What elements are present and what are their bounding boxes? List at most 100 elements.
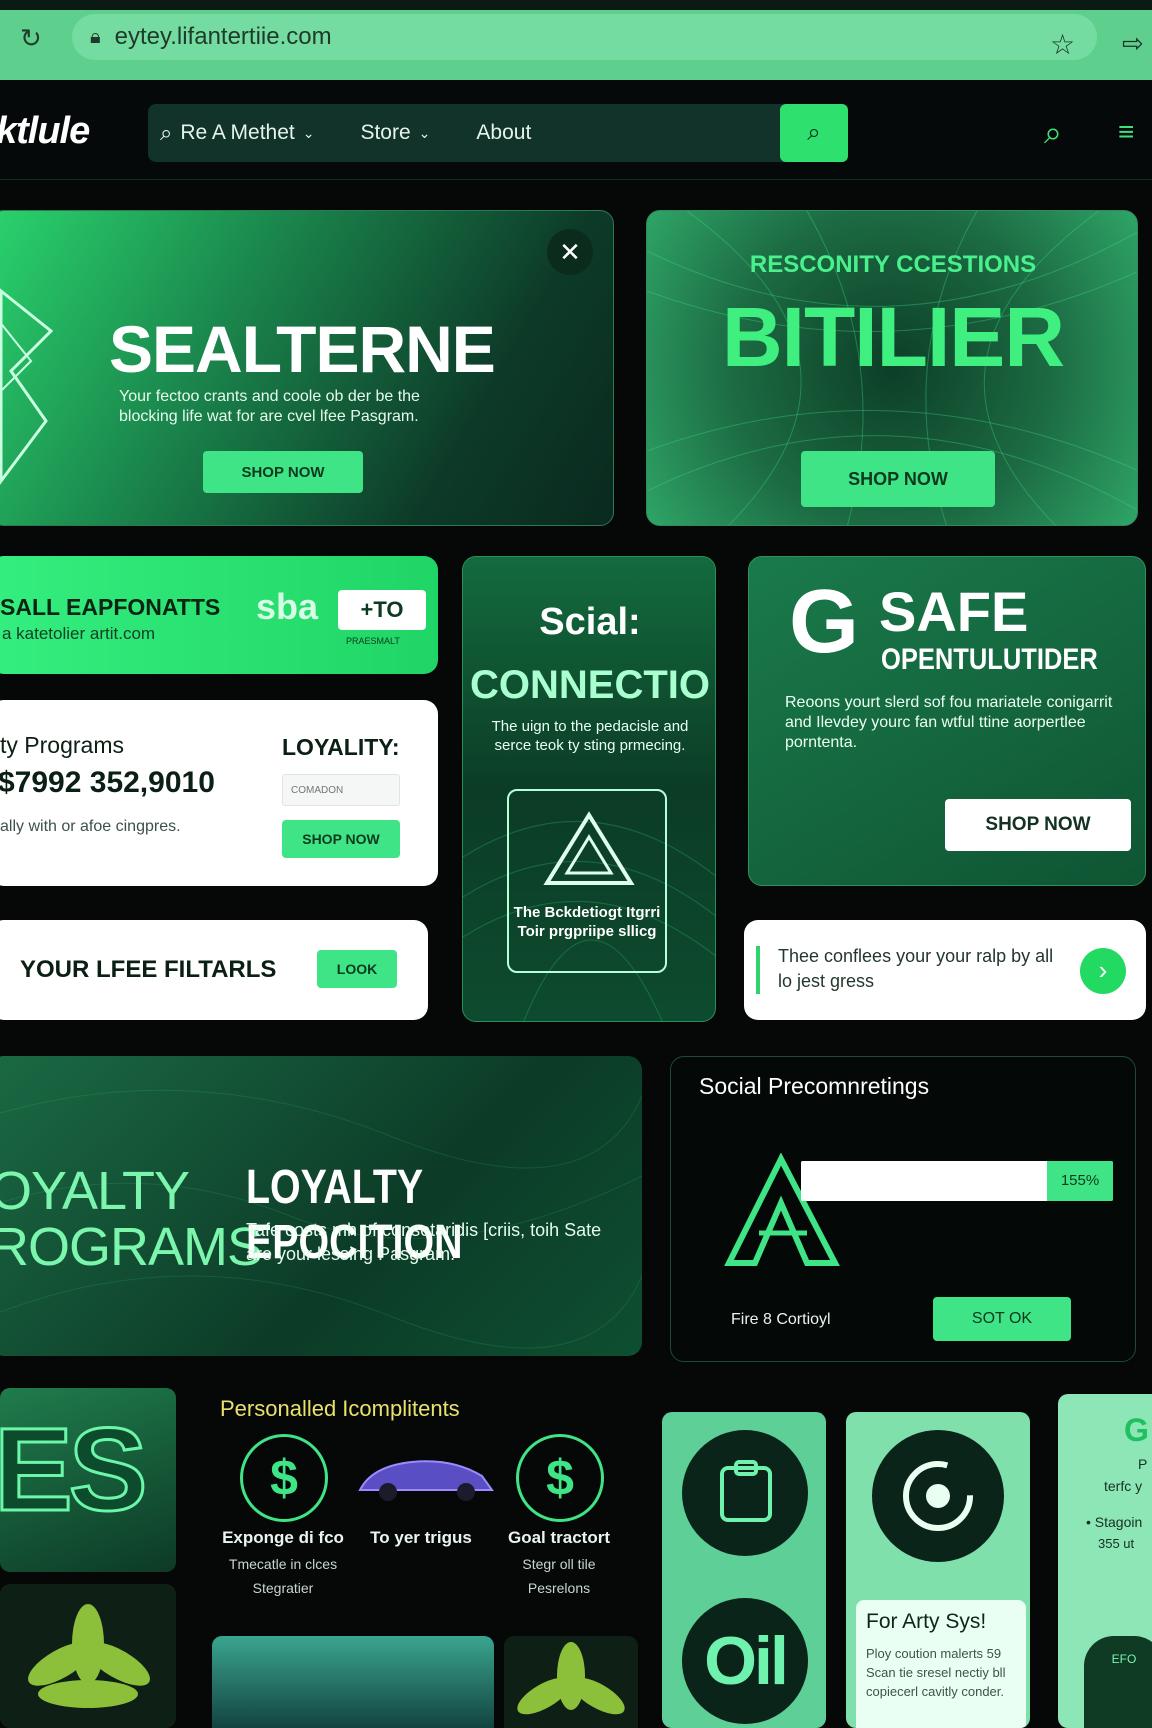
nav-item-label: Re A Methet (180, 121, 295, 144)
oil-tile[interactable]: Oil (662, 1412, 826, 1728)
search-icon: ⌕ (160, 120, 173, 145)
search-icon[interactable]: ⌕ (1044, 114, 1062, 152)
loyalty-amount: $7992 352,9010 (0, 766, 215, 799)
banner-body: Tafe costs mh of consetaridis [criis, to… (246, 1220, 602, 1264)
accent-bar (756, 946, 760, 994)
chevron-down-icon: ⌄ (302, 124, 315, 141)
social-card: Scial: CONNECTIO The uign to the pedacis… (462, 556, 716, 1022)
promo-title: SALL EAPFONATTS (0, 594, 221, 620)
arty-tile[interactable]: For Arty Sys! Ploy coution malerts 59 Sc… (846, 1412, 1030, 1728)
side-tile-text: • Stagoin (1086, 1514, 1143, 1530)
banner-side-title-1: OYALTY (0, 1161, 190, 1221)
loyalty-card: ty Programs $7992 352,9010 ally with or … (0, 700, 438, 886)
es-tile[interactable]: ES (0, 1388, 176, 1572)
safe-card: G SAFE OPENTULUTIDER Reoons yourt slerd … (748, 556, 1146, 886)
personal-title: Personalled Icomplitents (220, 1396, 460, 1421)
plant-tile[interactable] (504, 1636, 638, 1728)
plant-image (517, 1642, 625, 1715)
arty-title: For Arty Sys! (866, 1610, 987, 1633)
nav-item-methods[interactable]: ⌕ Re A Methet ⌄ (160, 120, 314, 146)
lock-icon: 🔒︎ (90, 25, 101, 48)
shop-now-button[interactable]: SHOP NOW (282, 820, 400, 858)
personal-item-title: Exponge di fco (222, 1528, 344, 1547)
car-icon (358, 1460, 494, 1501)
nav-item-label: Store (360, 121, 411, 144)
sot-ok-button[interactable]: SOT OK (933, 1297, 1071, 1341)
bottle-badge: EFO (1084, 1636, 1152, 1728)
hero-title: SEALTERNE (109, 312, 496, 386)
precon-title: Social Precomnretings (699, 1073, 930, 1099)
hero-banner-left: ✕ SEALTERNE Your fectoo crants and coole… (0, 210, 614, 526)
safe-body: Reoons yourt slerd sof fou mariatele con… (785, 694, 1113, 751)
loyalty-heading: LOYALITY: (282, 734, 400, 760)
url-text: eytey.lifantertiie.com (114, 23, 332, 50)
shop-now-button[interactable]: SHOP NOW (945, 799, 1131, 851)
chevron-down-icon: ⌄ (418, 124, 431, 141)
promo-tag[interactable]: +TO (338, 590, 426, 630)
social-subtitle: CONNECTIO (470, 663, 710, 707)
nav-item-about[interactable]: About (476, 121, 531, 145)
arrow-right-icon[interactable]: › (1080, 948, 1126, 994)
tip-text: Thee conflees your your ralp by all lo j… (778, 946, 1054, 991)
search-button[interactable]: ⌕ (780, 104, 848, 162)
shop-now-button[interactable]: SHOP NOW (801, 451, 995, 507)
coupon-input[interactable] (282, 774, 400, 806)
shop-now-button[interactable]: SHOP NOW (203, 451, 363, 493)
social-precon-card: Social Precomnretings 155% Fire 8 Cortio… (670, 1056, 1136, 1362)
precon-progress-label: 155% (1047, 1161, 1113, 1201)
personal-item-sub: Stegratier (252, 1580, 314, 1596)
nav-item-label: About (476, 121, 532, 144)
hero-banner-right: RESCONITY CCESTIONS BITILIER SHOP NOW (646, 210, 1138, 526)
arty-body: Ploy coution malerts 59 Scan tie sresel … (866, 1646, 1006, 1699)
personal-item-sub: Stegr oll tile (522, 1556, 596, 1572)
reload-icon[interactable]: ↻ (20, 24, 48, 52)
es-text: ES (0, 1403, 149, 1538)
tip-card: Thee conflees your your ralp by all lo j… (744, 920, 1146, 1020)
precon-footer-label: Fire 8 Cortioyl (731, 1311, 831, 1328)
precon-progress-bar: 155% (801, 1161, 1113, 1201)
address-bar[interactable]: 🔒︎ eytey.lifantertiie.com (72, 14, 1097, 60)
plant-tile[interactable] (0, 1584, 176, 1728)
personal-item-sub: Tmecatle in clces (228, 1556, 338, 1572)
hero-title: BITILIER (722, 290, 1065, 384)
personal-item-sub: Pesrelons (527, 1580, 591, 1596)
plant-image (28, 1604, 150, 1708)
geometric-logo-icon (0, 288, 54, 485)
filters-title: YOUR LFEE FILTARLS (20, 956, 277, 983)
close-icon[interactable]: ✕ (547, 229, 593, 275)
look-button[interactable]: LOOK (317, 950, 397, 988)
side-tile-letter: G (1124, 1412, 1149, 1448)
share-icon[interactable]: ⇨ (1122, 28, 1144, 59)
side-tile-text: P (1138, 1456, 1148, 1472)
social-inner-panel[interactable]: The Bckdetiogt Itgrri Toir prgpriipe sll… (507, 789, 667, 973)
social-title: Scial: (539, 601, 641, 643)
promo-banner: SALL EAPFONATTS a katetolier artit.com s… (0, 556, 438, 674)
promo-brand: sba (256, 586, 319, 627)
safe-title: SAFE (879, 580, 1029, 643)
filters-card: YOUR LFEE FILTARLS LOOK (0, 920, 428, 1020)
bookmark-star-icon[interactable]: ☆ (1050, 28, 1075, 61)
menu-icon[interactable]: ≡ (1118, 116, 1134, 148)
personal-item-title: To yer trigus (370, 1528, 472, 1547)
product-image-tile[interactable] (212, 1636, 494, 1728)
refresh-icon (872, 1430, 1004, 1562)
safe-subtitle: OPENTULUTIDER (881, 643, 1098, 676)
dollar-icon: $ (240, 1434, 328, 1522)
side-tile[interactable]: G P terfc y • Stagoin 355 ut EFO (1058, 1394, 1152, 1728)
promo-tag-sub: PRAESMALT (346, 636, 400, 646)
site-logo[interactable]: ktlule (0, 110, 90, 153)
safe-logo-letter: G (789, 572, 860, 672)
social-body: The uign to the pedacisle and serce teok… (491, 718, 689, 754)
search-icon: ⌕ (807, 119, 821, 146)
personal-item-title: Goal tractort (507, 1528, 611, 1547)
hero-body: Your fectoo crants and coole ob der be t… (119, 388, 420, 425)
nav-item-store[interactable]: Store ⌄ (360, 121, 430, 145)
arty-panel: For Arty Sys! Ploy coution malerts 59 Sc… (856, 1600, 1026, 1728)
side-tile-text: terfc y (1104, 1478, 1143, 1494)
oil-text: Oil (682, 1598, 808, 1724)
loyalty-label: ty Programs (0, 732, 124, 758)
recycle-icon (543, 811, 635, 885)
clipboard-icon (682, 1430, 808, 1556)
side-tile-text: 355 ut (1098, 1536, 1135, 1551)
promo-url: a katetolier artit.com (2, 624, 156, 643)
